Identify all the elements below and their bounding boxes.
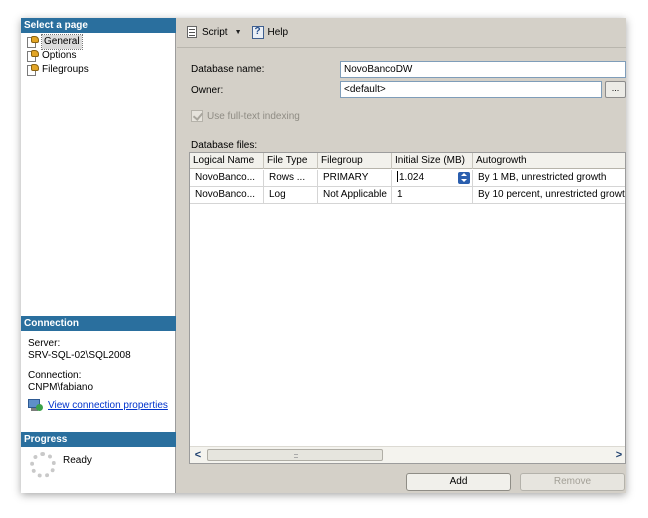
horizontal-scrollbar[interactable]: < > <box>190 446 625 463</box>
cell-logical-name[interactable]: NovoBanco... <box>190 170 264 187</box>
cell-file-type[interactable]: Log <box>264 187 318 204</box>
owner-input[interactable]: <default> <box>340 81 602 98</box>
owner-label: Owner: <box>191 85 224 96</box>
page-item-options[interactable]: Options <box>26 49 92 63</box>
column-header-logical-name[interactable]: Logical Name <box>190 153 264 169</box>
database-files-grid: Logical Name File Type Filegroup Initial… <box>189 152 626 464</box>
cell-file-type[interactable]: Rows ... <box>264 170 318 187</box>
left-panel: Select a page General Options Filegroups… <box>21 18 176 493</box>
fulltext-checkbox <box>191 110 203 122</box>
initial-size-value[interactable]: 1.024 <box>399 172 424 183</box>
server-label: Server: <box>28 338 61 349</box>
cell-initial-size[interactable]: 1 <box>392 187 473 204</box>
help-icon: ? <box>251 26 265 39</box>
server-value: SRV-SQL-02\SQL2008 <box>28 350 131 361</box>
chevron-down-icon[interactable]: ▼ <box>235 29 242 36</box>
database-name-input[interactable]: NovoBancoDW <box>340 61 626 78</box>
select-page-header: Select a page <box>21 18 176 33</box>
grid-header: Logical Name File Type Filegroup Initial… <box>190 153 625 169</box>
toolbar: Script ▼ ? Help <box>177 18 626 48</box>
progress-status: Ready <box>63 455 92 466</box>
column-header-filegroup[interactable]: Filegroup <box>318 153 392 169</box>
connection-label: Connection: <box>28 370 82 381</box>
connection-header: Connection <box>21 316 176 331</box>
cell-filegroup[interactable]: PRIMARY <box>318 170 392 187</box>
scroll-right-icon[interactable]: > <box>611 447 625 463</box>
script-label: Script <box>202 27 228 38</box>
cell-initial-size[interactable]: 1.024 <box>392 170 473 187</box>
add-button[interactable]: Add <box>406 473 511 491</box>
progress-header: Progress <box>21 432 176 447</box>
page-item-label: Filegroups <box>42 64 89 75</box>
column-header-initial-size[interactable]: Initial Size (MB) <box>392 153 473 169</box>
spinner-updown-icon[interactable] <box>458 172 470 184</box>
new-database-dialog: Select a page General Options Filegroups… <box>21 18 626 493</box>
page-item-label: Options <box>42 50 77 61</box>
database-name-label: Database name: <box>191 64 265 75</box>
fulltext-label: Use full-text indexing <box>207 111 300 122</box>
column-header-autogrowth[interactable]: Autogrowth <box>473 153 625 169</box>
owner-browse-button[interactable]: ... <box>605 81 626 98</box>
text-cursor <box>397 171 398 182</box>
script-icon <box>186 26 199 39</box>
remove-button[interactable]: Remove <box>520 473 625 491</box>
progress-spinner-icon <box>30 452 56 478</box>
view-connection-properties[interactable]: View connection properties <box>28 399 168 412</box>
page-list: General Options Filegroups <box>26 34 92 77</box>
table-row[interactable]: NovoBanco... Rows ... PRIMARY 1.024 By 1… <box>190 170 625 187</box>
scrollbar-thumb[interactable] <box>207 449 383 461</box>
page-item-filegroups[interactable]: Filegroups <box>26 63 92 77</box>
cell-autogrowth[interactable]: By 1 MB, unrestricted growth <box>473 170 625 187</box>
database-files-label: Database files: <box>191 140 258 151</box>
column-header-file-type[interactable]: File Type <box>264 153 318 169</box>
script-button[interactable]: Script ▼ <box>183 24 245 41</box>
page-settings-icon <box>26 50 39 62</box>
cell-filegroup[interactable]: Not Applicable <box>318 187 392 204</box>
page-settings-icon <box>26 64 39 76</box>
table-row[interactable]: NovoBanco... Log Not Applicable 1 By 10 … <box>190 187 625 204</box>
help-label: Help <box>267 27 289 38</box>
page-settings-icon <box>26 36 39 48</box>
connection-info: Server: SRV-SQL-02\SQL2008 Connection: C… <box>28 338 131 394</box>
cell-autogrowth[interactable]: By 10 percent, unrestricted growth <box>473 187 625 204</box>
help-button[interactable]: ? Help <box>249 24 292 41</box>
main-panel: Script ▼ ? Help Database name: NovoBanco… <box>177 18 626 493</box>
connection-value: CNPM\fabiano <box>28 382 94 393</box>
page-item-general[interactable]: General <box>26 34 92 50</box>
view-connection-properties-link[interactable]: View connection properties <box>48 400 168 411</box>
cell-logical-name[interactable]: NovoBanco... <box>190 187 264 204</box>
scroll-left-icon[interactable]: < <box>190 447 206 463</box>
connection-properties-icon <box>28 399 43 412</box>
page-item-label: General <box>41 34 83 50</box>
